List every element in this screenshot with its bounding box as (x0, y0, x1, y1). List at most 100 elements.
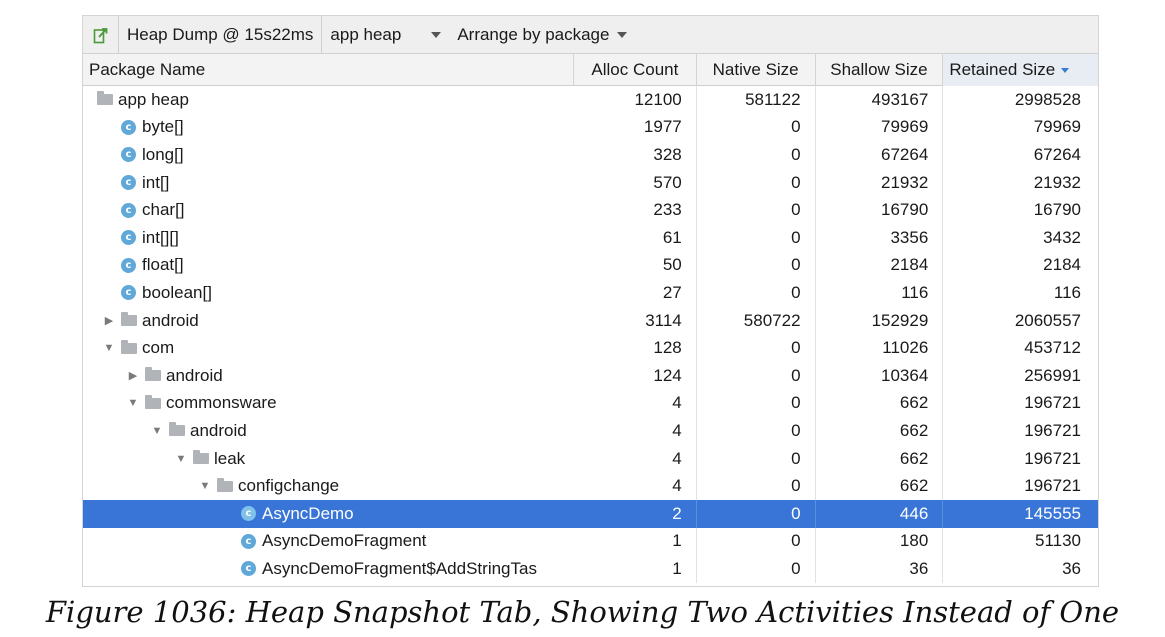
retained-size-cell: 453712 (1024, 338, 1081, 358)
tree-collapse-icon[interactable]: ▼ (97, 342, 121, 354)
package-name-cell: app heap (83, 86, 574, 114)
package-folder-icon (97, 91, 113, 106)
table-row[interactable]: ▼ android 4 0 662 196721 (83, 417, 1098, 445)
alloc-count-cell: 12100 (574, 86, 697, 114)
row-label: AsyncDemoFragment (262, 531, 427, 551)
table-row[interactable]: c AsyncDemoFragment 1 0 180 51130 (83, 527, 1098, 556)
shallow-size-cell: 662 (816, 444, 944, 473)
retained-size-cell: 21932 (1033, 172, 1081, 192)
native-size-cell: 0 (697, 444, 816, 473)
package-name-cell: c int[][] (83, 224, 574, 252)
arrange-selector[interactable]: Arrange by package (457, 16, 643, 54)
table-row[interactable]: c float[] 50 0 2184 2184 (83, 251, 1098, 280)
heap-dump-panel: Heap Dump @ 15s22ms app heap Arrange by … (82, 15, 1099, 587)
column-header-shallow-size[interactable]: Shallow Size (816, 54, 944, 86)
shallow-size-cell: 36 (816, 555, 944, 583)
class-icon: c (241, 533, 256, 549)
shallow-size-cell: 3356 (816, 223, 944, 252)
shallow-size-cell: 180 (816, 527, 944, 556)
row-label: com (142, 338, 175, 358)
row-label: byte[] (142, 117, 184, 137)
figure-caption: Figure 1036: Heap Snapshot Tab, Showing … (45, 595, 1120, 629)
native-size-cell: 0 (697, 279, 816, 307)
heap-selector[interactable]: app heap (322, 16, 457, 54)
arrange-selector-label: Arrange by package (457, 24, 610, 44)
class-icon: c (241, 561, 256, 577)
alloc-count-cell: 124 (574, 361, 697, 390)
row-label: configchange (238, 476, 340, 496)
package-folder-icon (217, 477, 233, 492)
table-row[interactable]: ▶ android 3114 580722 152929 2060557 (83, 306, 1098, 335)
shallow-size-cell: 493167 (816, 86, 944, 114)
table-row[interactable]: app heap 12100 581122 493167 2998528 (83, 86, 1098, 114)
native-size-cell: 0 (697, 389, 816, 418)
native-size-cell: 0 (697, 196, 816, 224)
column-header-package-name[interactable]: Package Name (83, 54, 574, 86)
package-folder-icon (145, 367, 161, 382)
alloc-count-cell: 27 (574, 279, 697, 307)
alloc-count-cell: 128 (574, 334, 697, 362)
toolbar: Heap Dump @ 15s22ms app heap Arrange by … (83, 16, 1098, 54)
native-size-cell: 0 (697, 168, 816, 197)
shallow-size-cell: 446 (816, 499, 944, 528)
row-label: AsyncDemoFragment$AddStringTas (262, 558, 537, 578)
chevron-down-icon (431, 31, 442, 38)
package-name-cell: ▼ com (83, 334, 574, 362)
row-label: boolean[] (142, 282, 212, 302)
package-name-cell: ▼ configchange (83, 472, 574, 500)
class-icon: c (241, 506, 256, 522)
table-row[interactable]: ▼ leak 4 0 662 196721 (83, 444, 1098, 473)
table-row[interactable]: ▼ configchange 4 0 662 196721 (83, 472, 1098, 500)
column-header-native-size[interactable]: Native Size (697, 54, 816, 86)
table-row[interactable]: c int[][] 61 0 3356 3432 (83, 223, 1098, 252)
row-label: int[][] (142, 227, 179, 247)
table-row[interactable]: c char[] 233 0 16790 16790 (83, 196, 1098, 224)
table-row[interactable]: ▶ android 124 0 10364 256991 (83, 361, 1098, 390)
shallow-size-cell: 21932 (816, 168, 944, 197)
heap-selector-label: app heap (330, 24, 402, 44)
table-row[interactable]: c int[] 570 0 21932 21932 (83, 168, 1098, 197)
row-label: int[] (142, 172, 170, 192)
package-name-cell: ▶ android (83, 307, 574, 335)
tree-expand-icon[interactable]: ▶ (121, 369, 145, 382)
tree-collapse-icon[interactable]: ▼ (169, 453, 193, 465)
class-icon: c (121, 147, 136, 163)
chevron-down-icon (617, 31, 628, 38)
shallow-size-cell: 79969 (816, 113, 944, 142)
native-size-cell: 0 (697, 361, 816, 390)
alloc-count-cell: 2 (574, 499, 697, 528)
table-row[interactable]: c AsyncDemo 2 0 446 145555 (83, 499, 1098, 528)
package-folder-icon (121, 312, 137, 327)
table-row[interactable]: ▼ com 128 0 11026 453712 (83, 334, 1098, 362)
shallow-size-cell: 67264 (816, 141, 944, 169)
class-icon: c (121, 257, 136, 273)
package-name-cell: ▼ leak (83, 445, 574, 473)
shallow-size-cell: 16790 (816, 196, 944, 224)
export-icon[interactable] (83, 16, 119, 54)
tree-expand-icon[interactable]: ▶ (97, 314, 121, 327)
shallow-size-cell: 662 (816, 472, 944, 500)
package-name-cell: ▼ commonsware (83, 390, 574, 418)
table-row[interactable]: c boolean[] 27 0 116 116 (83, 279, 1098, 307)
alloc-count-cell: 4 (574, 472, 697, 500)
table-row[interactable]: c long[] 328 0 67264 67264 (83, 141, 1098, 169)
retained-size-cell: 145555 (1024, 503, 1081, 523)
native-size-cell: 0 (697, 499, 816, 528)
package-name-cell: c char[] (83, 196, 574, 224)
column-header-alloc-count[interactable]: Alloc Count (574, 54, 697, 86)
column-header-retained-size[interactable]: Retained Size (943, 54, 1098, 86)
shallow-size-cell: 662 (816, 417, 944, 445)
tree-collapse-icon[interactable]: ▼ (193, 480, 217, 492)
table-row[interactable]: ▼ commonsware 4 0 662 196721 (83, 389, 1098, 418)
tree-collapse-icon[interactable]: ▼ (145, 425, 169, 437)
class-icon: c (121, 285, 136, 301)
alloc-count-cell: 4 (574, 417, 697, 445)
row-label: AsyncDemo (262, 503, 354, 523)
retained-size-cell: 79969 (1033, 117, 1081, 137)
table-row[interactable]: c AsyncDemoFragment$AddStringTas 1 0 36 36 (83, 555, 1098, 583)
shallow-size-cell: 116 (816, 279, 944, 307)
tree-collapse-icon[interactable]: ▼ (121, 397, 145, 409)
table-row[interactable]: c byte[] 1977 0 79969 79969 (83, 113, 1098, 142)
native-size-cell: 0 (697, 251, 816, 280)
row-label: app heap (118, 89, 189, 109)
